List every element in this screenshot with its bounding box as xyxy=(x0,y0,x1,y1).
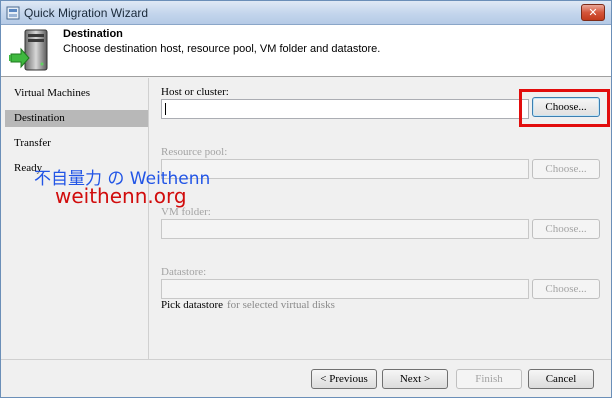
step-destination[interactable]: Destination xyxy=(5,110,148,127)
watermark-line2: weithenn.org xyxy=(55,184,187,208)
pick-datastore-sublabel: for selected virtual disks xyxy=(227,299,335,311)
cancel-button[interactable]: Cancel xyxy=(528,369,594,389)
close-icon: ✕ xyxy=(588,6,598,19)
destination-panel: Host or cluster: Choose... Resource pool… xyxy=(150,78,611,359)
resource-pool-input[interactable] xyxy=(161,159,529,179)
header-description: Choose destination host, resource pool, … xyxy=(63,43,381,55)
vm-folder-input[interactable] xyxy=(161,219,529,239)
server-migration-icon xyxy=(9,29,48,71)
wizard-steps: Virtual Machines Destination Transfer Re… xyxy=(1,78,149,359)
wizard-window: Quick Migration Wizard ✕ Destination Cho… xyxy=(0,0,612,398)
header-title: Destination xyxy=(63,28,123,40)
choose-resource-pool-button[interactable]: Choose... xyxy=(532,159,600,179)
step-label: Virtual Machines xyxy=(14,87,91,99)
step-label: Destination xyxy=(14,112,65,124)
choose-vm-folder-button[interactable]: Choose... xyxy=(532,219,600,239)
previous-button[interactable]: < Previous xyxy=(311,369,377,389)
step-virtual-machines[interactable]: Virtual Machines xyxy=(5,85,148,102)
title-bar[interactable]: Quick Migration Wizard ✕ xyxy=(1,1,611,25)
choose-host-button[interactable]: Choose... xyxy=(532,97,600,117)
pick-datastore-label: Pick datastore xyxy=(161,299,224,311)
pick-datastore-link[interactable]: Pick datastore for selected virtual disks xyxy=(161,299,335,311)
datastore-input[interactable] xyxy=(161,279,529,299)
header-banner: Destination Choose destination host, res… xyxy=(1,25,611,77)
window-title: Quick Migration Wizard xyxy=(24,6,149,20)
next-button[interactable]: Next > xyxy=(382,369,448,389)
step-label: Transfer xyxy=(14,137,51,149)
choose-datastore-button[interactable]: Choose... xyxy=(532,279,600,299)
wizard-footer: < Previous Next > Finish Cancel xyxy=(1,359,611,397)
resource-pool-label: Resource pool: xyxy=(161,146,228,158)
text-caret xyxy=(165,103,166,115)
datastore-label: Datastore: xyxy=(161,266,207,278)
finish-button[interactable]: Finish xyxy=(456,369,522,389)
host-input[interactable] xyxy=(161,99,529,119)
wizard-icon xyxy=(6,6,20,20)
step-transfer[interactable]: Transfer xyxy=(5,135,148,152)
close-button[interactable]: ✕ xyxy=(581,4,605,21)
host-label: Host or cluster: xyxy=(161,86,229,98)
